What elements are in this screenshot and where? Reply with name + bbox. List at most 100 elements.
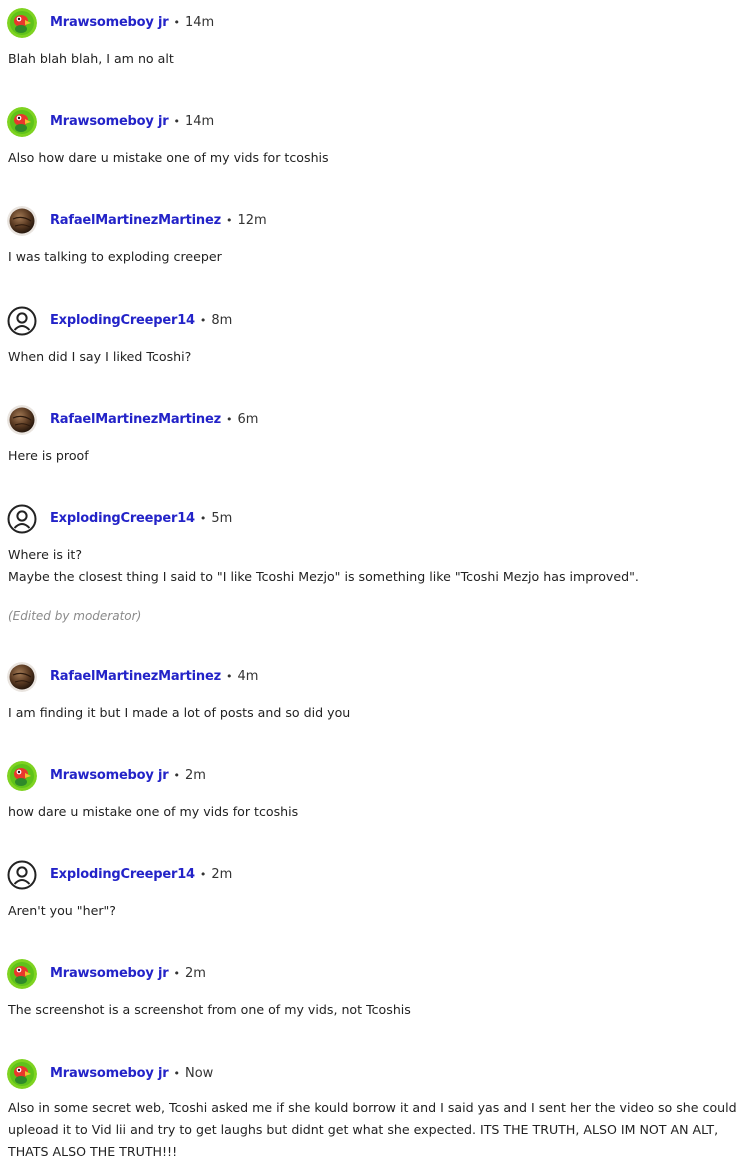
- brown-orb-icon[interactable]: [7, 206, 37, 236]
- timestamp: 6m: [237, 412, 259, 427]
- comment-body: Also how dare u mistake one of my vids f…: [8, 147, 751, 169]
- comment-text: When did I say I liked Tcoshi?: [8, 349, 192, 364]
- comment: RafaelMartinezMartinez • 12m I was talking …: [0, 206, 755, 268]
- separator-dot: •: [225, 413, 233, 426]
- separator-dot: •: [173, 769, 180, 782]
- parrot-icon[interactable]: [7, 8, 37, 38]
- comment-body: The screenshot is a screenshot from one …: [8, 999, 751, 1021]
- comment-header: Mrawsomeboy jr • 14m: [0, 107, 755, 137]
- comment-meta: Mrawsomeboy jr • 14m: [50, 8, 214, 38]
- comment-body: Also in some secret web, Tcoshi asked me…: [8, 1097, 751, 1163]
- comment-header: ExplodingCreeper14 • 8m: [0, 306, 755, 336]
- default-user-icon[interactable]: [7, 504, 37, 534]
- comment: Mrawsomeboy jr • Now Also in some secret we…: [0, 1059, 755, 1163]
- timestamp: Now: [184, 1066, 214, 1081]
- separator-dot: •: [173, 16, 180, 29]
- comment-header: Mrawsomeboy jr • 2m: [0, 761, 755, 791]
- timestamp: 14m: [184, 15, 215, 30]
- default-user-icon[interactable]: [7, 306, 37, 336]
- username-link[interactable]: ExplodingCreeper14: [50, 313, 195, 328]
- separator-dot: •: [199, 868, 207, 881]
- edited-note: (Edited by moderator): [8, 609, 142, 623]
- comment-text: Aren't you "her"?: [8, 903, 116, 918]
- separator-dot: •: [225, 670, 233, 683]
- timestamp: 12m: [237, 213, 267, 228]
- comment-meta: RafaelMartinezMartinez • 6m: [50, 405, 258, 435]
- username-link[interactable]: Mrawsomeboy jr: [50, 1066, 169, 1081]
- comment-text: how dare u mistake one of my vids for tc…: [8, 804, 299, 819]
- comment-meta: Mrawsomeboy jr • 14m: [50, 107, 214, 137]
- username-link[interactable]: Mrawsomeboy jr: [50, 768, 169, 783]
- comment-meta: RafaelMartinezMartinez • 12m: [50, 206, 267, 236]
- comment-meta: Mrawsomeboy jr • 2m: [50, 761, 206, 791]
- default-user-icon[interactable]: [7, 860, 37, 890]
- comment: ExplodingCreeper14 • 2m Aren't you "her"?: [0, 860, 755, 922]
- comment-header: Mrawsomeboy jr • Now: [0, 1059, 755, 1089]
- comment-text: Maybe the closest thing I said to "I lik…: [8, 569, 639, 584]
- comment: ExplodingCreeper14 • 8m When did I say I li…: [0, 306, 755, 368]
- comment-meta: Mrawsomeboy jr • 2m: [50, 959, 206, 989]
- comment-body: Blah blah blah, I am no alt: [8, 48, 751, 70]
- comment-header: RafaelMartinezMartinez • 4m: [0, 662, 755, 692]
- comment-body: I am finding it but I made a lot of post…: [8, 702, 751, 724]
- username-link[interactable]: RafaelMartinezMartinez: [50, 669, 221, 684]
- separator-dot: •: [173, 967, 180, 980]
- parrot-icon[interactable]: [7, 107, 37, 137]
- parrot-icon[interactable]: [7, 761, 37, 791]
- comment: Mrawsomeboy jr • 14m Blah blah blah, I am n…: [0, 8, 755, 70]
- username-link[interactable]: RafaelMartinezMartinez: [50, 213, 221, 228]
- comment-text: Also how dare u mistake one of my vids f…: [8, 150, 329, 165]
- comment-meta: RafaelMartinezMartinez • 4m: [50, 662, 258, 692]
- separator-dot: •: [173, 115, 180, 128]
- comment: Mrawsomeboy jr • 2m how dare u mistake one …: [0, 761, 755, 823]
- parrot-icon[interactable]: [7, 959, 37, 989]
- username-link[interactable]: Mrawsomeboy jr: [50, 966, 169, 981]
- comment-text: Here is proof: [8, 448, 89, 463]
- comment-body: When did I say I liked Tcoshi?: [8, 346, 751, 368]
- comment-body: I was talking to exploding creeper: [8, 246, 751, 268]
- timestamp: 14m: [184, 114, 215, 129]
- comment-header: ExplodingCreeper14 • 2m: [0, 860, 755, 890]
- comment-body: Where is it? Maybe the closest thing I sa…: [8, 544, 751, 627]
- comment-meta: ExplodingCreeper14 • 2m: [50, 860, 232, 890]
- timestamp: 8m: [211, 313, 233, 328]
- comment-meta: ExplodingCreeper14 • 8m: [50, 306, 232, 336]
- comment-header: ExplodingCreeper14 • 5m: [0, 504, 755, 534]
- timestamp: 4m: [237, 669, 259, 684]
- brown-orb-icon[interactable]: [7, 405, 37, 435]
- comment-text: The screenshot is a screenshot from one …: [8, 1002, 411, 1017]
- comment-text: Blah blah blah, I am no alt: [8, 51, 174, 66]
- separator-dot: •: [199, 314, 207, 327]
- separator-dot: •: [173, 1067, 180, 1080]
- comment: RafaelMartinezMartinez • 4m I am finding it…: [0, 662, 755, 724]
- username-link[interactable]: ExplodingCreeper14: [50, 867, 195, 882]
- username-link[interactable]: Mrawsomeboy jr: [50, 15, 169, 30]
- separator-dot: •: [225, 214, 233, 227]
- comment-body: Aren't you "her"?: [8, 900, 751, 922]
- timestamp: 2m: [184, 768, 206, 783]
- username-link[interactable]: ExplodingCreeper14: [50, 511, 195, 526]
- brown-orb-icon[interactable]: [7, 662, 37, 692]
- comment-text: Where is it?: [8, 547, 83, 562]
- comment-header: Mrawsomeboy jr • 14m: [0, 8, 755, 38]
- comment-header: RafaelMartinezMartinez • 12m: [0, 206, 755, 236]
- comment: RafaelMartinezMartinez • 6m Here is proof: [0, 405, 755, 467]
- comment-body: how dare u mistake one of my vids for tc…: [8, 801, 751, 823]
- username-link[interactable]: RafaelMartinezMartinez: [50, 412, 221, 427]
- comment: Mrawsomeboy jr • 2m The screenshot is a scr…: [0, 959, 755, 1021]
- parrot-icon[interactable]: [7, 1059, 37, 1089]
- comment-text: Also in some secret web, Tcoshi asked me…: [8, 1100, 737, 1159]
- comment-header: RafaelMartinezMartinez • 6m: [0, 405, 755, 435]
- comment-text: I am finding it but I made a lot of post…: [8, 705, 351, 720]
- comment-header: Mrawsomeboy jr • 2m: [0, 959, 755, 989]
- comment-body: Here is proof: [8, 445, 751, 467]
- comment-meta: ExplodingCreeper14 • 5m: [50, 504, 232, 534]
- timestamp: 2m: [211, 867, 233, 882]
- separator-dot: •: [199, 512, 207, 525]
- timestamp: 2m: [184, 966, 206, 981]
- username-link[interactable]: Mrawsomeboy jr: [50, 114, 169, 129]
- comment-meta: Mrawsomeboy jr • Now: [50, 1059, 213, 1089]
- comment: ExplodingCreeper14 • 5m Where is it? Maybe t…: [0, 504, 755, 627]
- comment: Mrawsomeboy jr • 14m Also how dare u mistak…: [0, 107, 755, 169]
- timestamp: 5m: [211, 511, 233, 526]
